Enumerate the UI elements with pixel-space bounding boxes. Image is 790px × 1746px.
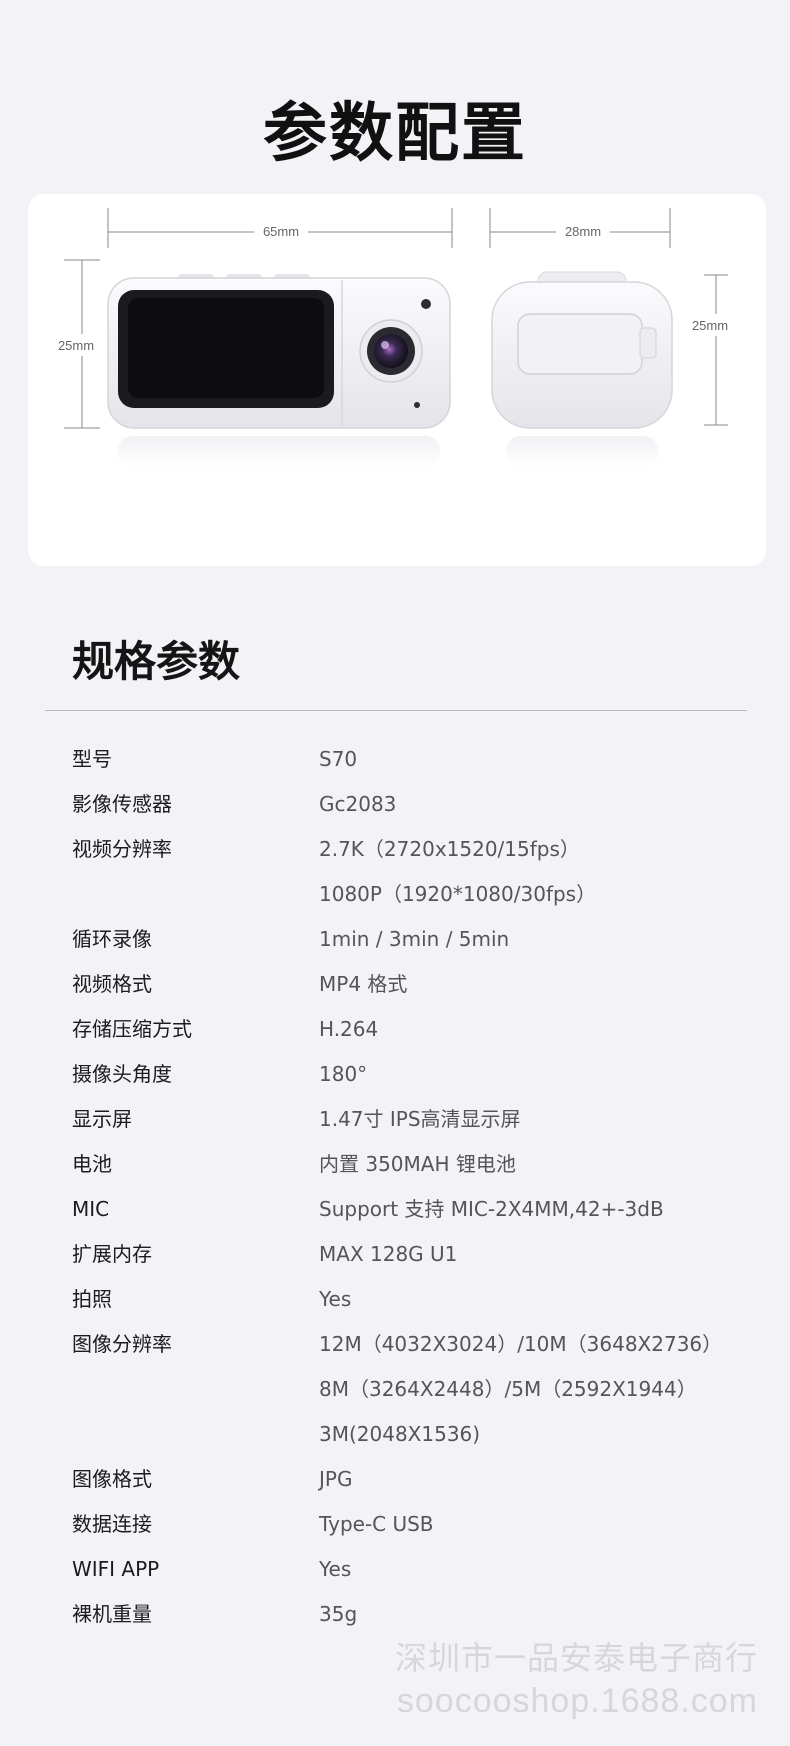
front-height-dimension: 25mm	[58, 259, 100, 429]
spec-row: 数据连接 Type-C USB	[72, 1502, 752, 1547]
spec-label: 扩展内存	[72, 1242, 152, 1266]
spec-values: S70	[319, 737, 752, 782]
spec-row: 图像分辨率 12M（4032X3024）/10M（3648X2736） 8M（326…	[72, 1322, 752, 1457]
side-width-label: 28mm	[565, 224, 601, 239]
spec-value: Gc2083	[319, 792, 397, 816]
spec-table: 型号 S70 影像传感器 Gc2083 视频分辨率 2.7K（2720x1520/15fp…	[72, 737, 752, 1637]
spec-value: JPG	[319, 1467, 353, 1491]
camera-side-view	[491, 271, 673, 429]
spec-label: WIFI APP	[72, 1557, 160, 1581]
spec-row: 型号 S70	[72, 737, 752, 782]
spec-row: 电池 内置 350MAH 锂电池	[72, 1142, 752, 1187]
spec-row: 视频格式 MP4 格式	[72, 962, 752, 1007]
spec-row: 裸机重量 35g	[72, 1592, 752, 1637]
spec-values: 35g	[319, 1592, 752, 1637]
spec-row: 摄像头角度 180°	[72, 1052, 752, 1097]
spec-values: H.264	[319, 1007, 752, 1052]
spec-value: MP4 格式	[319, 972, 408, 996]
spec-label: 存储压缩方式	[72, 1017, 192, 1041]
spec-value: 1080P（1920*1080/30fps）	[319, 882, 597, 906]
watermark-url: soocooshop.1688.com	[396, 1682, 758, 1720]
spec-value: H.264	[319, 1017, 379, 1041]
spec-row: 存储压缩方式 H.264	[72, 1007, 752, 1052]
spec-value: 35g	[319, 1602, 358, 1626]
spec-row: WIFI APP Yes	[72, 1547, 752, 1592]
spec-value: Yes	[319, 1287, 352, 1311]
spec-label: 摄像头角度	[72, 1062, 172, 1086]
spec-label: 影像传感器	[72, 792, 172, 816]
page-title: 参数配置	[263, 97, 527, 171]
spec-label: 循环录像	[72, 927, 152, 951]
spec-label: 图像分辨率	[72, 1332, 172, 1356]
mount-clip	[517, 313, 643, 375]
spec-value: 180°	[319, 1062, 368, 1086]
lens-icon	[374, 334, 408, 368]
front-width-dimension: 65mm	[107, 208, 453, 248]
spec-values: Type-C USB	[319, 1502, 752, 1547]
spec-row: 影像传感器 Gc2083	[72, 782, 752, 827]
side-width-dimension: 28mm	[489, 208, 671, 248]
spec-values: 1min / 3min / 5min	[319, 917, 752, 962]
spec-label: 型号	[72, 747, 112, 771]
spec-label: MIC	[72, 1197, 110, 1221]
spec-label: 图像格式	[72, 1467, 152, 1491]
specs-title: 规格参数	[72, 637, 241, 686]
spec-values: 内置 350MAH 锂电池	[319, 1142, 752, 1187]
product-image-card: 65mm 28mm 25mm 25mm	[28, 194, 766, 566]
spec-value: 内置 350MAH 锂电池	[319, 1152, 516, 1176]
spec-value: Type-C USB	[319, 1512, 434, 1536]
spec-row: 拍照 Yes	[72, 1277, 752, 1322]
spec-label: 数据连接	[72, 1512, 152, 1536]
spec-label: 拍照	[72, 1287, 112, 1311]
spec-values: Yes	[319, 1277, 752, 1322]
section-divider	[45, 710, 747, 711]
spec-label: 显示屏	[72, 1107, 132, 1131]
spec-values: 2.7K（2720x1520/15fps） 1080P（1920*1080/30f…	[319, 827, 752, 917]
spec-values: 180°	[319, 1052, 752, 1097]
spec-label: 电池	[72, 1152, 112, 1176]
spec-label: 视频格式	[72, 972, 152, 996]
spec-label: 视频分辨率	[72, 837, 172, 861]
spec-values: 1.47寸 IPS高清显示屏	[319, 1097, 752, 1142]
spec-value: 3M(2048X1536)	[319, 1422, 481, 1446]
spec-value: 12M（4032X3024）/10M（3648X2736）	[319, 1332, 723, 1356]
spec-value: MAX 128G U1	[319, 1242, 458, 1266]
spec-row: 循环录像 1min / 3min / 5min	[72, 917, 752, 962]
camera-front-view	[107, 274, 451, 429]
spec-value: 1.47寸 IPS高清显示屏	[319, 1107, 521, 1131]
spec-values: Support 支持 MIC-2X4MM,42+-3dB	[319, 1187, 752, 1232]
spec-row: 图像格式 JPG	[72, 1457, 752, 1502]
spec-row: 视频分辨率 2.7K（2720x1520/15fps） 1080P（1920*108…	[72, 827, 752, 917]
front-width-label: 65mm	[263, 224, 299, 239]
spec-row: 显示屏 1.47寸 IPS高清显示屏	[72, 1097, 752, 1142]
side-height-label: 25mm	[692, 318, 728, 333]
spec-values: MAX 128G U1	[319, 1232, 752, 1277]
spec-values: MP4 格式	[319, 962, 752, 1007]
spec-row: MIC Support 支持 MIC-2X4MM,42+-3dB	[72, 1187, 752, 1232]
side-height-dimension: 25mm	[692, 274, 728, 426]
spec-value: 2.7K（2720x1520/15fps）	[319, 837, 580, 861]
spec-value: S70	[319, 747, 358, 771]
spec-value: 8M（3264X2448）/5M（2592X1944）	[319, 1377, 697, 1401]
spec-values: Yes	[319, 1547, 752, 1592]
watermark-shop-name: 深圳市一品安泰电子商行	[394, 1640, 758, 1676]
spec-value: Support 支持 MIC-2X4MM,42+-3dB	[319, 1197, 664, 1221]
spec-values: JPG	[319, 1457, 752, 1502]
spec-value: Yes	[319, 1557, 352, 1581]
spec-label: 裸机重量	[72, 1602, 152, 1626]
front-height-label: 25mm	[58, 338, 94, 353]
spec-value: 1min / 3min / 5min	[319, 927, 510, 951]
spec-values: Gc2083	[319, 782, 752, 827]
product-dimension-illustration: 65mm 28mm 25mm 25mm	[58, 208, 728, 468]
spec-row: 扩展内存 MAX 128G U1	[72, 1232, 752, 1277]
spec-values: 12M（4032X3024）/10M（3648X2736） 8M（3264X244…	[319, 1322, 752, 1457]
